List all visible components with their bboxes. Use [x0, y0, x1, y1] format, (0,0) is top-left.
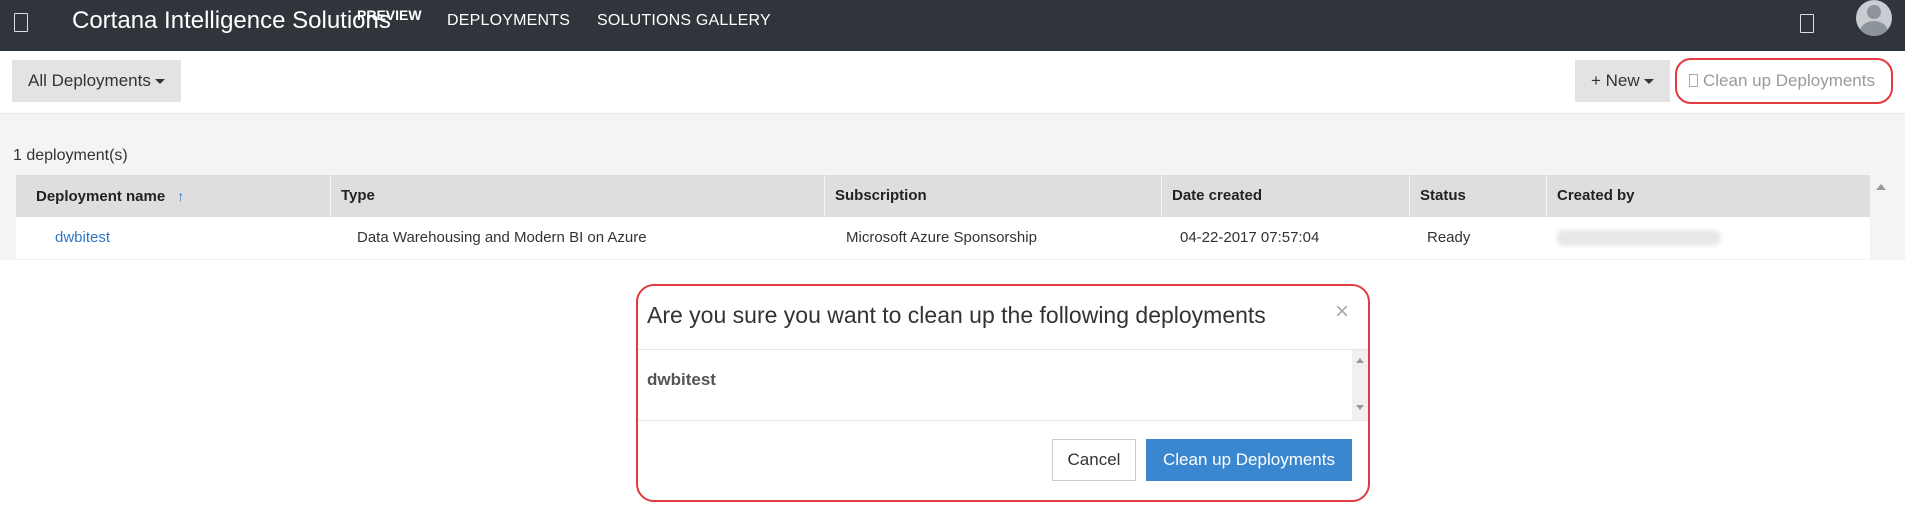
toolbar: All Deployments + New Clean up Deploymen… [0, 51, 1905, 114]
deployment-date-created: 04-22-2017 07:57:04 [1180, 229, 1320, 246]
column-header-created-by[interactable]: Created by [1547, 175, 1870, 217]
all-deployments-dropdown[interactable]: All Deployments [12, 60, 181, 102]
scroll-up-arrow-icon[interactable] [1356, 358, 1364, 363]
nav-solutions-gallery[interactable]: SOLUTIONS GALLERY [597, 12, 771, 30]
confirm-cleanup-dialog: Are you sure you want to clean up the fo… [636, 284, 1370, 502]
chevron-down-icon [154, 79, 165, 85]
clean-up-deployments-button[interactable]: Clean up Deployments [1675, 58, 1893, 104]
column-header-date-created[interactable]: Date created [1162, 175, 1410, 217]
cancel-button[interactable]: Cancel [1052, 439, 1136, 481]
column-header-deployment-name[interactable]: Deployment name ↑ [16, 175, 331, 217]
scroll-up-arrow-icon[interactable] [1876, 184, 1886, 190]
new-label: + New [1591, 71, 1640, 90]
column-header-type[interactable]: Type [331, 175, 825, 217]
dialog-deployment-item: dwbitest [647, 370, 716, 389]
avatar-body [1860, 21, 1888, 36]
app-title[interactable]: Cortana Intelligence Solutions [72, 7, 391, 35]
close-icon[interactable]: × [1335, 298, 1349, 326]
deployment-type: Data Warehousing and Modern BI on Azure [357, 229, 647, 246]
notifications-icon[interactable] [1800, 14, 1814, 33]
all-deployments-label: All Deployments [28, 71, 151, 90]
avatar-head [1867, 5, 1881, 19]
preview-badge: PREVIEW [357, 7, 422, 23]
deployment-name-link[interactable]: dwbitest [55, 217, 110, 259]
new-button[interactable]: + New [1575, 60, 1670, 102]
deployment-status: Ready [1427, 229, 1471, 246]
confirm-clean-up-button[interactable]: Clean up Deployments [1146, 439, 1352, 481]
trash-icon [1689, 73, 1698, 87]
deployment-count: 1 deployment(s) [13, 147, 128, 164]
avatar[interactable] [1856, 0, 1892, 36]
table-header: Deployment name ↑ Type Subscription Date … [16, 175, 1870, 217]
nav-deployments[interactable]: DEPLOYMENTS [447, 12, 570, 30]
dialog-scrollbar[interactable] [1352, 350, 1368, 420]
top-navigation-bar: Cortana Intelligence Solutions PREVIEW D… [0, 0, 1905, 51]
chevron-down-icon [1643, 79, 1654, 85]
dialog-body: dwbitest [638, 349, 1368, 421]
deployment-subscription: Microsoft Azure Sponsorship [846, 229, 1037, 246]
dialog-title: Are you sure you want to clean up the fo… [647, 302, 1266, 328]
column-header-label: Deployment name [36, 188, 166, 205]
column-header-status[interactable]: Status [1410, 175, 1547, 217]
sort-ascending-icon: ↑ [177, 188, 185, 204]
column-header-subscription[interactable]: Subscription [825, 175, 1162, 217]
clean-up-label: Clean up Deployments [1703, 71, 1875, 90]
table-row[interactable]: dwbitest Data Warehousing and Modern BI … [16, 217, 1870, 259]
deployments-panel: 1 deployment(s) Deployment name ↑ Type Su… [0, 114, 1905, 260]
app-menu-icon[interactable] [14, 13, 28, 32]
scroll-down-arrow-icon[interactable] [1356, 405, 1364, 410]
redacted-created-by [1556, 230, 1721, 246]
